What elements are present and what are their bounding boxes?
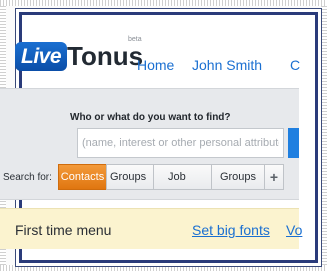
first-time-menu-link-cut[interactable]: Vo bbox=[286, 222, 302, 238]
nav-home-link[interactable]: Home bbox=[137, 57, 174, 73]
add-segment-icon[interactable]: + bbox=[264, 164, 284, 190]
segment-groups-2[interactable]: Groups bbox=[211, 164, 265, 190]
logo-tonus[interactable]: Tonus bbox=[67, 40, 143, 72]
logo-live[interactable]: Live bbox=[15, 42, 68, 71]
search-for-label: Search for: bbox=[3, 172, 52, 183]
segment-job[interactable]: Job bbox=[153, 164, 212, 190]
set-big-fonts-link[interactable]: Set big fonts bbox=[192, 222, 270, 238]
nav-user-link[interactable]: John Smith bbox=[192, 57, 262, 73]
nav-link-cut[interactable]: C bbox=[290, 57, 300, 73]
search-question: Who or what do you want to find? bbox=[70, 112, 231, 123]
first-time-menu-title: First time menu bbox=[15, 222, 112, 238]
beta-badge: beta bbox=[128, 36, 142, 43]
search-input[interactable] bbox=[77, 128, 284, 158]
segment-groups[interactable]: Groups bbox=[106, 164, 154, 190]
segment-contacts[interactable]: Contacts bbox=[58, 164, 107, 190]
search-go-button[interactable] bbox=[288, 128, 299, 158]
